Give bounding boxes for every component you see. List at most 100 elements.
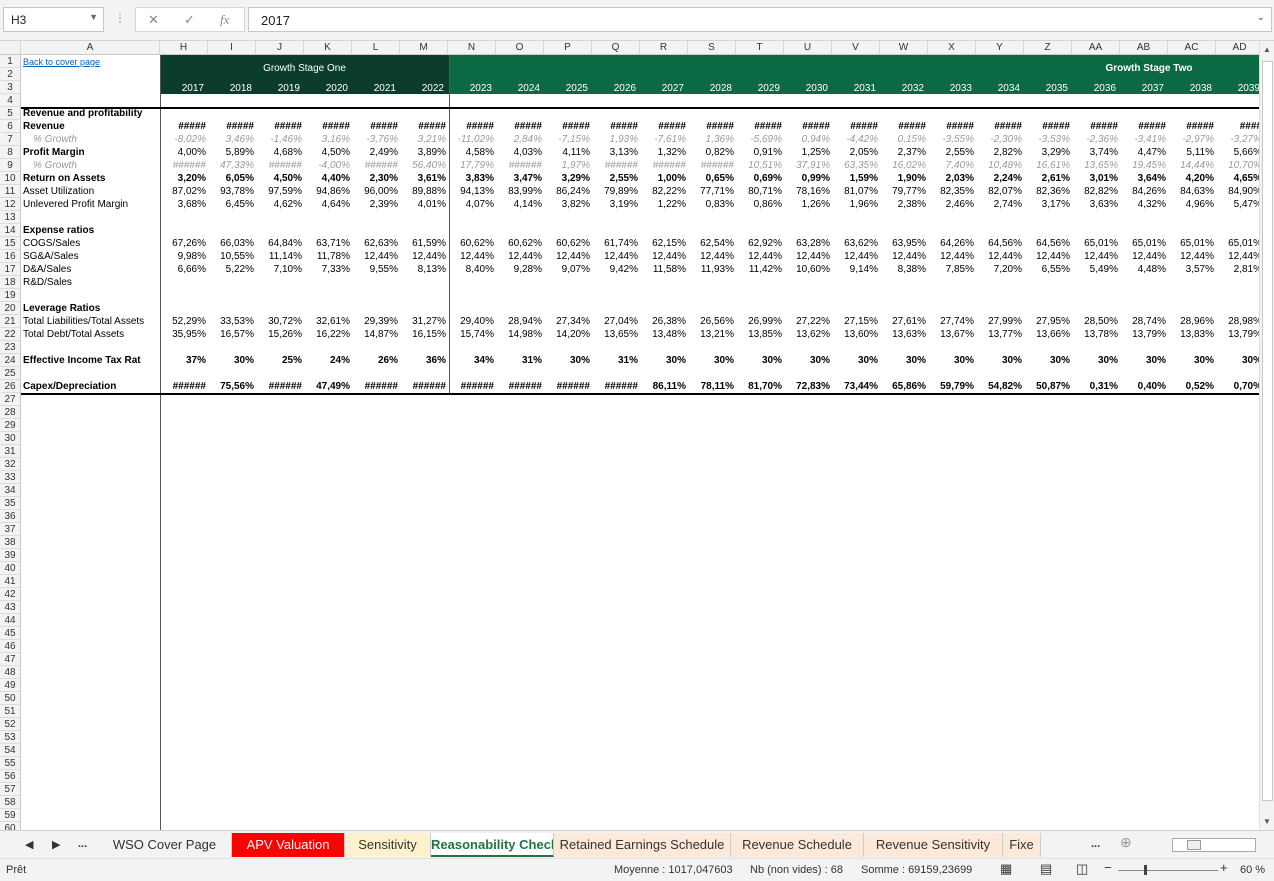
data-cell[interactable]: 65,01% (1168, 237, 1214, 250)
data-cell[interactable]: 11,42% (736, 263, 782, 276)
data-cell[interactable]: 1,59% (832, 172, 878, 185)
data-cell[interactable]: 50,87% (1024, 380, 1070, 393)
row-label[interactable]: Leverage Ratios (23, 302, 160, 315)
data-cell[interactable]: 16,15% (400, 328, 446, 341)
data-cell[interactable]: ##### (304, 120, 350, 133)
data-cell[interactable]: 37% (160, 354, 206, 367)
row-header[interactable]: 55 (0, 757, 20, 770)
data-cell[interactable]: 4,03% (496, 146, 542, 159)
data-cell[interactable]: -3,76% (352, 133, 398, 146)
data-cell[interactable]: 4,65% (1216, 172, 1259, 185)
data-cell[interactable]: 28,98% (1216, 315, 1259, 328)
data-cell[interactable]: 14,87% (352, 328, 398, 341)
data-cell[interactable]: 13,63% (880, 328, 926, 341)
data-cell[interactable]: 12,44% (928, 250, 974, 263)
data-cell[interactable]: 82,36% (1024, 185, 1070, 198)
row-label[interactable]: SG&A/Sales (23, 250, 160, 263)
data-cell[interactable]: 3,01% (1072, 172, 1118, 185)
row-header[interactable]: 33 (0, 471, 20, 484)
data-cell[interactable]: 0,40% (1120, 380, 1166, 393)
row-label[interactable]: COGS/Sales (23, 237, 160, 250)
data-cell[interactable]: -11,02% (448, 133, 494, 146)
year-header[interactable]: 2020 (304, 83, 348, 94)
spreadsheet-grid[interactable]: Back to cover page Growth Stage One Grow… (21, 55, 1259, 830)
row-header[interactable]: 4 (0, 94, 20, 107)
data-cell[interactable]: -8,02% (160, 133, 206, 146)
data-cell[interactable]: 4,20% (1168, 172, 1214, 185)
data-cell[interactable]: ###### (160, 159, 206, 172)
data-cell[interactable]: 2,55% (592, 172, 638, 185)
data-cell[interactable]: 3,17% (1024, 198, 1070, 211)
data-cell[interactable]: 24% (304, 354, 350, 367)
sheet-tab[interactable]: APV Valuation (232, 833, 345, 857)
row-header[interactable]: 3 (0, 81, 20, 94)
data-cell[interactable]: 80,71% (736, 185, 782, 198)
data-cell[interactable]: 7,20% (976, 263, 1022, 276)
data-cell[interactable]: 12,44% (1024, 250, 1070, 263)
data-cell[interactable]: 30% (1072, 354, 1118, 367)
data-cell[interactable]: ##### (976, 120, 1022, 133)
data-cell[interactable]: 10,48% (976, 159, 1022, 172)
add-sheet-icon[interactable]: ⊕ (1120, 834, 1132, 851)
data-cell[interactable]: 7,85% (928, 263, 974, 276)
data-cell[interactable]: 4,11% (544, 146, 590, 159)
data-cell[interactable]: 9,14% (832, 263, 878, 276)
year-header[interactable]: 2022 (400, 83, 444, 94)
data-cell[interactable]: 4,50% (304, 146, 350, 159)
data-cell[interactable]: 47,49% (304, 380, 350, 393)
data-cell[interactable]: 13,66% (1024, 328, 1070, 341)
data-cell[interactable]: 86,24% (544, 185, 590, 198)
row-header[interactable]: 28 (0, 406, 20, 419)
row-label[interactable]: % Growth (23, 159, 160, 172)
data-cell[interactable]: 4,96% (1168, 198, 1214, 211)
data-cell[interactable]: -3,53% (1024, 133, 1070, 146)
data-cell[interactable]: 60,62% (448, 237, 494, 250)
data-cell[interactable]: 11,78% (304, 250, 350, 263)
cancel-icon[interactable]: ✕ (148, 12, 159, 28)
data-cell[interactable]: 28,96% (1168, 315, 1214, 328)
data-cell[interactable]: 97,59% (256, 185, 302, 198)
data-cell[interactable]: 9,42% (592, 263, 638, 276)
data-cell[interactable]: 3,29% (544, 172, 590, 185)
row-header[interactable]: 43 (0, 601, 20, 614)
data-cell[interactable]: 4,50% (256, 172, 302, 185)
data-cell[interactable]: 47,33% (208, 159, 254, 172)
row-header[interactable]: 2 (0, 68, 20, 81)
data-cell[interactable]: 10,60% (784, 263, 830, 276)
data-cell[interactable]: ##### (640, 120, 686, 133)
zoom-in-icon[interactable]: + (1220, 860, 1228, 875)
data-cell[interactable]: 3,13% (592, 146, 638, 159)
data-cell[interactable]: ##### (880, 120, 926, 133)
column-header[interactable]: H (160, 41, 208, 55)
zoom-slider-thumb[interactable] (1144, 865, 1147, 875)
data-cell[interactable]: 27,15% (832, 315, 878, 328)
data-cell[interactable]: 28,94% (496, 315, 542, 328)
column-header[interactable]: A (21, 41, 160, 55)
sheet-tab[interactable]: Sensitivity (345, 833, 431, 857)
column-header[interactable]: Q (592, 41, 640, 55)
row-label[interactable]: Revenue (23, 120, 160, 133)
row-header[interactable]: 14 (0, 224, 20, 237)
data-cell[interactable]: ##### (256, 120, 302, 133)
data-cell[interactable]: 13,85% (736, 328, 782, 341)
data-cell[interactable]: 66,03% (208, 237, 254, 250)
data-cell[interactable]: 3,29% (1024, 146, 1070, 159)
data-cell[interactable]: 10,55% (208, 250, 254, 263)
data-cell[interactable]: 75,56% (208, 380, 254, 393)
data-cell[interactable]: 36% (400, 354, 446, 367)
data-cell[interactable]: 2,61% (1024, 172, 1070, 185)
data-cell[interactable]: 84,90% (1216, 185, 1259, 198)
data-cell[interactable]: 30% (784, 354, 830, 367)
data-cell[interactable]: 64,56% (1024, 237, 1070, 250)
data-cell[interactable]: ##### (352, 120, 398, 133)
data-cell[interactable]: 28,74% (1120, 315, 1166, 328)
scroll-up-icon[interactable]: ▲ (1263, 45, 1271, 54)
data-cell[interactable]: 13,62% (784, 328, 830, 341)
data-cell[interactable]: 2,55% (928, 146, 974, 159)
data-cell[interactable]: 14,98% (496, 328, 542, 341)
data-cell[interactable]: 1,32% (640, 146, 686, 159)
data-cell[interactable]: ##### (448, 120, 494, 133)
data-cell[interactable]: 9,07% (544, 263, 590, 276)
data-cell[interactable]: 67,26% (160, 237, 206, 250)
data-cell[interactable]: 2,38% (880, 198, 926, 211)
